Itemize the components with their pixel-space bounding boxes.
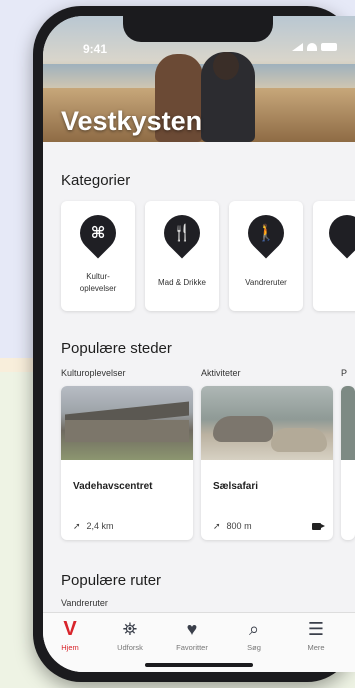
- place-name: Sælsafari: [213, 481, 259, 492]
- place-photo: [201, 386, 333, 460]
- route-category-label: Vandreruter: [61, 598, 108, 608]
- place-distance: ➚ 800 m: [213, 521, 252, 532]
- status-time: 9:41: [83, 42, 108, 56]
- tab-label: Hjem: [61, 643, 79, 652]
- location-arrow-icon: ➚: [213, 521, 221, 531]
- popular-routes-title: Populære ruter: [61, 572, 162, 589]
- home-v-icon: V: [63, 618, 77, 640]
- app-screen: 9:41 Vestkysten Kategorier ⌘ Kultur- opl…: [43, 16, 355, 672]
- category-label: Kultur- oplevelser: [79, 272, 117, 293]
- category-card-kultur[interactable]: ⌘ Kultur- oplevelser: [61, 201, 135, 311]
- tab-search[interactable]: ⌕ Søg: [229, 619, 279, 652]
- place-distance: ➚ 2,4 km: [73, 521, 114, 532]
- page-title: Vestkysten: [61, 106, 203, 136]
- seal-right: [271, 428, 327, 452]
- fork-knife-icon: 🍴: [172, 225, 192, 242]
- category-card-vandreruter[interactable]: 🚶 Vandreruter: [229, 201, 303, 311]
- place-photo: [341, 386, 355, 460]
- place-name: Vadehavscentret: [73, 481, 153, 492]
- tab-label: Søg: [247, 643, 261, 652]
- tab-favorites[interactable]: ♥ Favoritter: [167, 619, 217, 652]
- tab-label: Favoritter: [176, 643, 208, 652]
- category-card-partial[interactable]: [313, 201, 355, 311]
- category-label: Vandreruter: [245, 278, 287, 287]
- popular-places-title: Populære steder: [61, 340, 172, 357]
- category-card-mad[interactable]: 🍴 Mad & Drikke: [145, 201, 219, 311]
- command-icon: ⌘: [90, 225, 106, 242]
- tab-explore[interactable]: ⛯ Udforsk: [105, 619, 155, 652]
- building-wall: [65, 420, 189, 442]
- phone-frame: 9:41 Vestkysten Kategorier ⌘ Kultur- opl…: [33, 6, 355, 682]
- hero-person-head: [213, 52, 239, 80]
- tab-label: Mere: [307, 643, 325, 652]
- phone-notch: [123, 16, 273, 42]
- place-photo: [61, 386, 193, 460]
- heart-icon: ♥: [186, 619, 198, 639]
- signal-icon: [292, 43, 303, 51]
- place-card-vadehavscentret[interactable]: Vadehavscentret ➚ 2,4 km: [61, 386, 193, 540]
- place-card-partial[interactable]: [341, 386, 355, 540]
- distance-value: 800 m: [226, 521, 252, 531]
- tab-label: Udforsk: [117, 643, 143, 652]
- walking-person-icon: 🚶: [256, 225, 276, 242]
- category-label: Mad & Drikke: [157, 278, 206, 287]
- home-indicator[interactable]: [145, 663, 253, 667]
- place-category-label-partial: P: [341, 368, 348, 378]
- tab-more[interactable]: ☰ Mere: [291, 619, 341, 652]
- categories-title: Kategorier: [61, 172, 131, 189]
- place-category-label: Aktiviteter: [201, 368, 241, 378]
- menu-icon: ☰: [307, 619, 325, 639]
- pin-icon: [321, 207, 355, 259]
- video-icon: [312, 523, 325, 530]
- seal-left: [213, 416, 273, 442]
- search-icon: ⌕: [248, 619, 260, 639]
- distance-value: 2,4 km: [86, 521, 114, 531]
- status-icons: [292, 43, 337, 51]
- location-arrow-icon: ➚: [73, 521, 81, 531]
- wifi-icon: [307, 43, 317, 51]
- map-pins-icon: ⛯: [122, 619, 138, 639]
- place-category-label: Kulturoplevelser: [61, 368, 126, 378]
- place-card-saelsafari[interactable]: Sælsafari ➚ 800 m: [201, 386, 333, 540]
- tab-home[interactable]: V Hjem: [45, 619, 95, 652]
- battery-icon: [321, 43, 337, 51]
